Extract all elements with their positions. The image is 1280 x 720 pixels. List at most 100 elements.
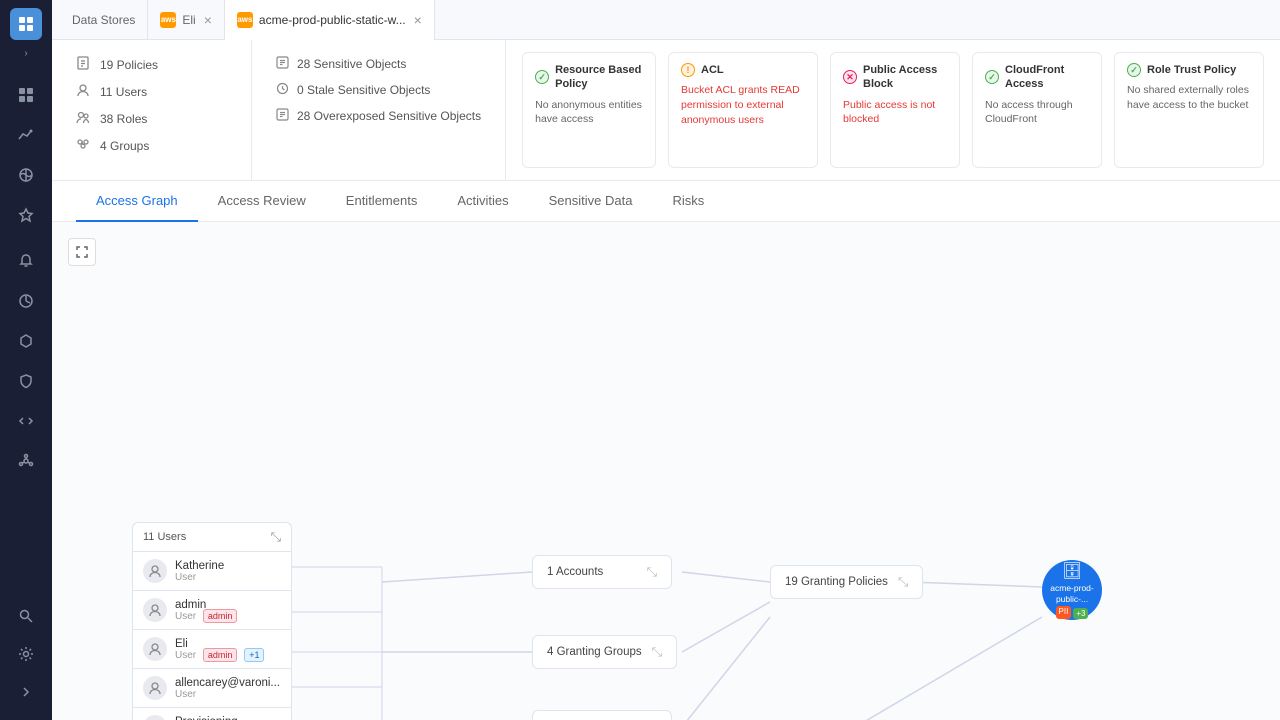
policies-value: 19 Policies xyxy=(100,58,158,72)
public-access-desc: Public access is not blocked xyxy=(843,98,947,127)
eli-avatar xyxy=(143,637,167,661)
sidebar-icon-star[interactable] xyxy=(8,197,44,233)
user-node-katherine[interactable]: Katherine User xyxy=(132,552,292,591)
tab-acme-aws-icon: aws xyxy=(237,12,253,28)
stat-users: 11 Users xyxy=(76,83,227,100)
sidebar-icon-shield[interactable] xyxy=(8,363,44,399)
granting-groups-close-icon[interactable]: ⤡ xyxy=(652,644,662,660)
sidebar-icon-chart[interactable] xyxy=(8,117,44,153)
katherine-avatar xyxy=(143,559,167,583)
tab-data-stores[interactable]: Data Stores xyxy=(60,0,148,40)
roles-node-wrapper: 38 Roles ⤡ xyxy=(532,710,672,720)
katherine-role: User xyxy=(175,572,281,583)
granting-policies-close-icon[interactable]: ⤡ xyxy=(898,574,908,590)
public-access-status-icon: ✕ xyxy=(843,70,857,84)
tab-bar: Data Stores aws Eli × aws acme-prod-publ… xyxy=(52,0,1280,40)
sidebar-icon-bell[interactable] xyxy=(8,243,44,279)
sidebar-icon-analytics[interactable] xyxy=(8,283,44,319)
allencarey-info: allencarey@varoni... User xyxy=(175,677,281,700)
eli-count: +1 xyxy=(244,648,264,662)
sidebar-icon-settings[interactable] xyxy=(8,636,44,672)
expand-graph-button[interactable] xyxy=(68,238,96,266)
users-node-group: 11 Users ⤡ Katherine User xyxy=(132,522,292,720)
policy-cards: ✓ Resource Based Policy No anonymous ent… xyxy=(506,40,1280,180)
acl-header: ! ACL xyxy=(681,63,805,77)
sidebar-icon-hex[interactable] xyxy=(8,323,44,359)
tab-acme-close-icon[interactable]: × xyxy=(414,13,422,27)
nav-tabs: Access Graph Access Review Entitlements … xyxy=(52,181,1280,222)
acl-title: ACL xyxy=(701,63,724,77)
policy-card-resource-based[interactable]: ✓ Resource Based Policy No anonymous ent… xyxy=(522,52,656,168)
allencarey-name: allencarey@varoni... xyxy=(175,677,281,689)
plus3-badge: +3 xyxy=(1073,608,1088,619)
granting-groups-node[interactable]: 4 Granting Groups ⤡ xyxy=(532,635,677,669)
accounts-node-wrapper: 1 Accounts ⤡ xyxy=(532,555,672,589)
accounts-close-icon[interactable]: ⤡ xyxy=(647,564,657,580)
tab-data-stores-label: Data Stores xyxy=(72,13,135,27)
sidebar-icon-nodes[interactable] xyxy=(8,443,44,479)
admin-avatar xyxy=(143,598,167,622)
accounts-node[interactable]: 1 Accounts ⤡ xyxy=(532,555,672,589)
graph-area: 11 Users ⤡ Katherine User xyxy=(52,222,1280,720)
cloudfront-status-icon: ✓ xyxy=(985,70,999,84)
granting-policies-label: 19 Granting Policies xyxy=(785,576,888,588)
target-node-wrapper: 🗄 acme-prod-public-... PII +3 xyxy=(1042,560,1102,620)
granting-groups-label: 4 Granting Groups xyxy=(547,646,642,658)
role-trust-desc: No shared externally roles have access t… xyxy=(1127,83,1251,112)
roles-node[interactable]: 38 Roles ⤡ xyxy=(532,710,672,720)
policy-card-role-trust[interactable]: ✓ Role Trust Policy No shared externally… xyxy=(1114,52,1264,168)
eli-role: User admin +1 xyxy=(175,650,281,661)
accounts-label: 1 Accounts xyxy=(547,566,603,578)
overexposed-value: 28 Overexposed Sensitive Objects xyxy=(297,109,481,123)
sidebar-icon-arrow-right[interactable] xyxy=(8,674,44,710)
tab-activities[interactable]: Activities xyxy=(437,181,528,222)
tab-access-review[interactable]: Access Review xyxy=(198,181,326,222)
stats-panel: 19 Policies 11 Users 38 Roles xyxy=(52,40,252,180)
stat-policies: 19 Policies xyxy=(76,56,227,73)
stale-value: 0 Stale Sensitive Objects xyxy=(297,83,430,97)
sidebar-icon-grid[interactable] xyxy=(8,77,44,113)
roles-icon xyxy=(76,110,92,127)
tab-entitlements[interactable]: Entitlements xyxy=(326,181,438,222)
tab-access-graph[interactable]: Access Graph xyxy=(76,181,198,222)
admin-role: User admin xyxy=(175,611,281,622)
resource-based-status-icon: ✓ xyxy=(535,70,549,84)
tab-risks-label: Risks xyxy=(672,193,704,208)
tab-eli[interactable]: aws Eli × xyxy=(148,0,225,40)
tab-entitlements-label: Entitlements xyxy=(346,193,418,208)
tab-sensitive-data-label: Sensitive Data xyxy=(549,193,633,208)
tab-sensitive-data[interactable]: Sensitive Data xyxy=(529,181,653,222)
tab-acme-prod[interactable]: aws acme-prod-public-static-w... × xyxy=(225,0,435,40)
cloudfront-title: CloudFront Access xyxy=(1005,63,1089,92)
sidebar-icon-search[interactable] xyxy=(8,598,44,634)
users-value: 11 Users xyxy=(100,85,147,99)
bucket-label: acme-prod-public-... xyxy=(1042,583,1102,603)
policy-card-acl[interactable]: ! ACL Bucket ACL grants READ permission … xyxy=(668,52,818,168)
resource-based-title: Resource Based Policy xyxy=(555,63,643,92)
app-logo[interactable] xyxy=(10,8,42,40)
users-icon xyxy=(76,83,92,100)
policies-icon xyxy=(76,56,92,73)
public-access-title: Public Access Block xyxy=(863,63,947,92)
target-bucket-node[interactable]: 🗄 acme-prod-public-... PII +3 xyxy=(1042,560,1102,620)
users-count-label: 11 Users xyxy=(143,531,186,543)
user-node-allencarey[interactable]: allencarey@varoni... User xyxy=(132,669,292,708)
policy-card-public-access[interactable]: ✕ Public Access Block Public access is n… xyxy=(830,52,960,168)
stat-roles: 38 Roles xyxy=(76,110,227,127)
sidebar-collapse-icon[interactable]: › xyxy=(24,48,27,59)
tab-eli-close-icon[interactable]: × xyxy=(204,13,212,27)
top-panel: 19 Policies 11 Users 38 Roles xyxy=(52,40,1280,181)
acl-desc: Bucket ACL grants READ permission to ext… xyxy=(681,83,805,127)
tab-risks[interactable]: Risks xyxy=(652,181,724,222)
users-collapse-icon[interactable]: ⤡ xyxy=(271,529,281,545)
granting-policies-node[interactable]: 19 Granting Policies ⤡ xyxy=(770,565,923,599)
sidebar-icon-link[interactable] xyxy=(8,157,44,193)
user-node-eli[interactable]: Eli User admin +1 xyxy=(132,630,292,669)
policy-card-cloudfront[interactable]: ✓ CloudFront Access No access through Cl… xyxy=(972,52,1102,168)
sidebar-icon-code[interactable] xyxy=(8,403,44,439)
tab-eli-aws-icon: aws xyxy=(160,12,176,28)
user-node-admin[interactable]: admin User admin xyxy=(132,591,292,630)
user-node-provisioning[interactable]: Provisioning User xyxy=(132,708,292,720)
admin-info: admin User admin xyxy=(175,599,281,622)
sidebar: › xyxy=(0,0,52,720)
